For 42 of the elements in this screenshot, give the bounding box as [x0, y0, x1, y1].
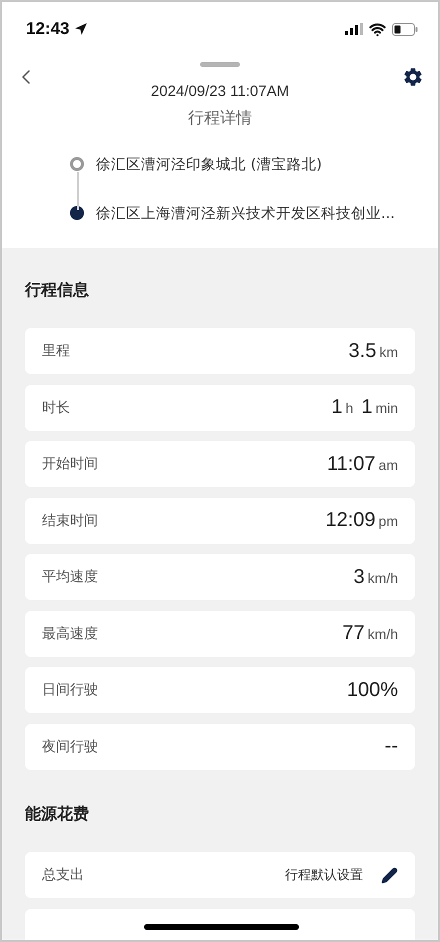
info-label: 最高速度: [42, 624, 98, 642]
value-number: 3.5: [348, 340, 376, 362]
value-number: 11:07: [326, 452, 376, 476]
drag-handle[interactable]: [200, 62, 240, 67]
destination-dot: [70, 206, 84, 220]
pencil-icon[interactable]: [381, 866, 398, 884]
location-arrow-icon: [74, 22, 88, 36]
info-label: 总支出: [42, 866, 84, 884]
info-label: 里程: [42, 342, 70, 360]
info-label: 日间行驶: [42, 681, 98, 699]
value-number: --: [384, 735, 398, 758]
default-settings-link[interactable]: 行程默认设置: [285, 866, 363, 884]
origin-dot: [70, 157, 84, 171]
value-number: 1: [361, 396, 372, 419]
value-unit: km/h: [368, 570, 398, 586]
page-title: 行程详情: [187, 108, 253, 129]
trip-datetime: 2024/09/23 11:07AM: [150, 83, 290, 100]
value-number: 12:09: [325, 509, 376, 532]
section-title: 行程信息: [25, 279, 90, 301]
value-number: 77: [342, 622, 365, 645]
stop-address: 徐汇区上海漕河泾新兴技术开发区科技创业...: [96, 204, 395, 222]
value-unit: min: [375, 400, 398, 416]
value-number: 1: [331, 396, 343, 419]
info-label: 夜间行驶: [42, 738, 98, 756]
status-time: 12:43: [26, 19, 70, 39]
info-label: 结束时间: [42, 512, 98, 530]
info-label: 开始时间: [42, 455, 98, 473]
value-unit: km: [379, 344, 398, 360]
value-unit: am: [378, 456, 398, 472]
value-number: 3: [354, 566, 365, 588]
settings-icon[interactable]: [402, 66, 424, 88]
value-unit: pm: [378, 513, 398, 529]
value-unit: km/h: [368, 626, 398, 642]
info-label: 时长: [42, 398, 70, 416]
stop-address: 徐汇区漕河泾印象城北 (漕宝路北): [96, 156, 322, 174]
info-label: 平均速度: [42, 568, 98, 586]
signal-icon: [345, 23, 363, 35]
value-unit: h: [346, 400, 354, 416]
wifi-icon: [369, 20, 386, 38]
battery-icon: [392, 22, 418, 36]
section-title: 能源花费: [25, 803, 90, 825]
value-number: 100%: [346, 678, 398, 702]
